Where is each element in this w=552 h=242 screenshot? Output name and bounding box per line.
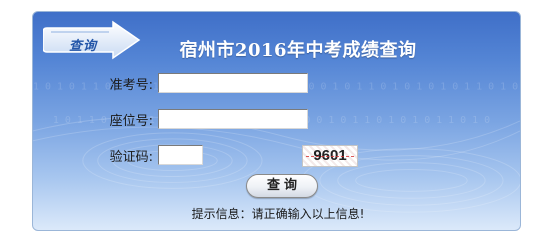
verify-code-label: 验证码: (109, 149, 153, 165)
query-button[interactable]: 查询 (246, 174, 318, 198)
page-title: 宿州市2016年中考成绩查询 (179, 40, 417, 61)
query-panel: 1 0 1 0 1 1 0 1 0 0 1 0 1 1 0 1 0 1 0 1 … (32, 11, 521, 231)
exam-number-row: 准考号: (91, 73, 308, 93)
verify-code-row: 验证码: (91, 145, 203, 165)
seat-number-row: 座位号: (91, 109, 308, 129)
logo-badge: 查询 (42, 20, 143, 62)
seat-number-input[interactable] (158, 109, 308, 129)
seat-number-label: 座位号: (109, 113, 153, 129)
exam-number-input[interactable] (158, 73, 308, 93)
logo-text: 查询 (69, 39, 98, 54)
exam-number-label: 准考号: (109, 77, 153, 93)
hint-message: 提示信息：请正确输入以上信息! (191, 207, 365, 221)
verify-code-input[interactable] (158, 145, 203, 165)
captcha-image[interactable]: 9601 (302, 145, 358, 167)
captcha-noise-line (306, 156, 354, 157)
